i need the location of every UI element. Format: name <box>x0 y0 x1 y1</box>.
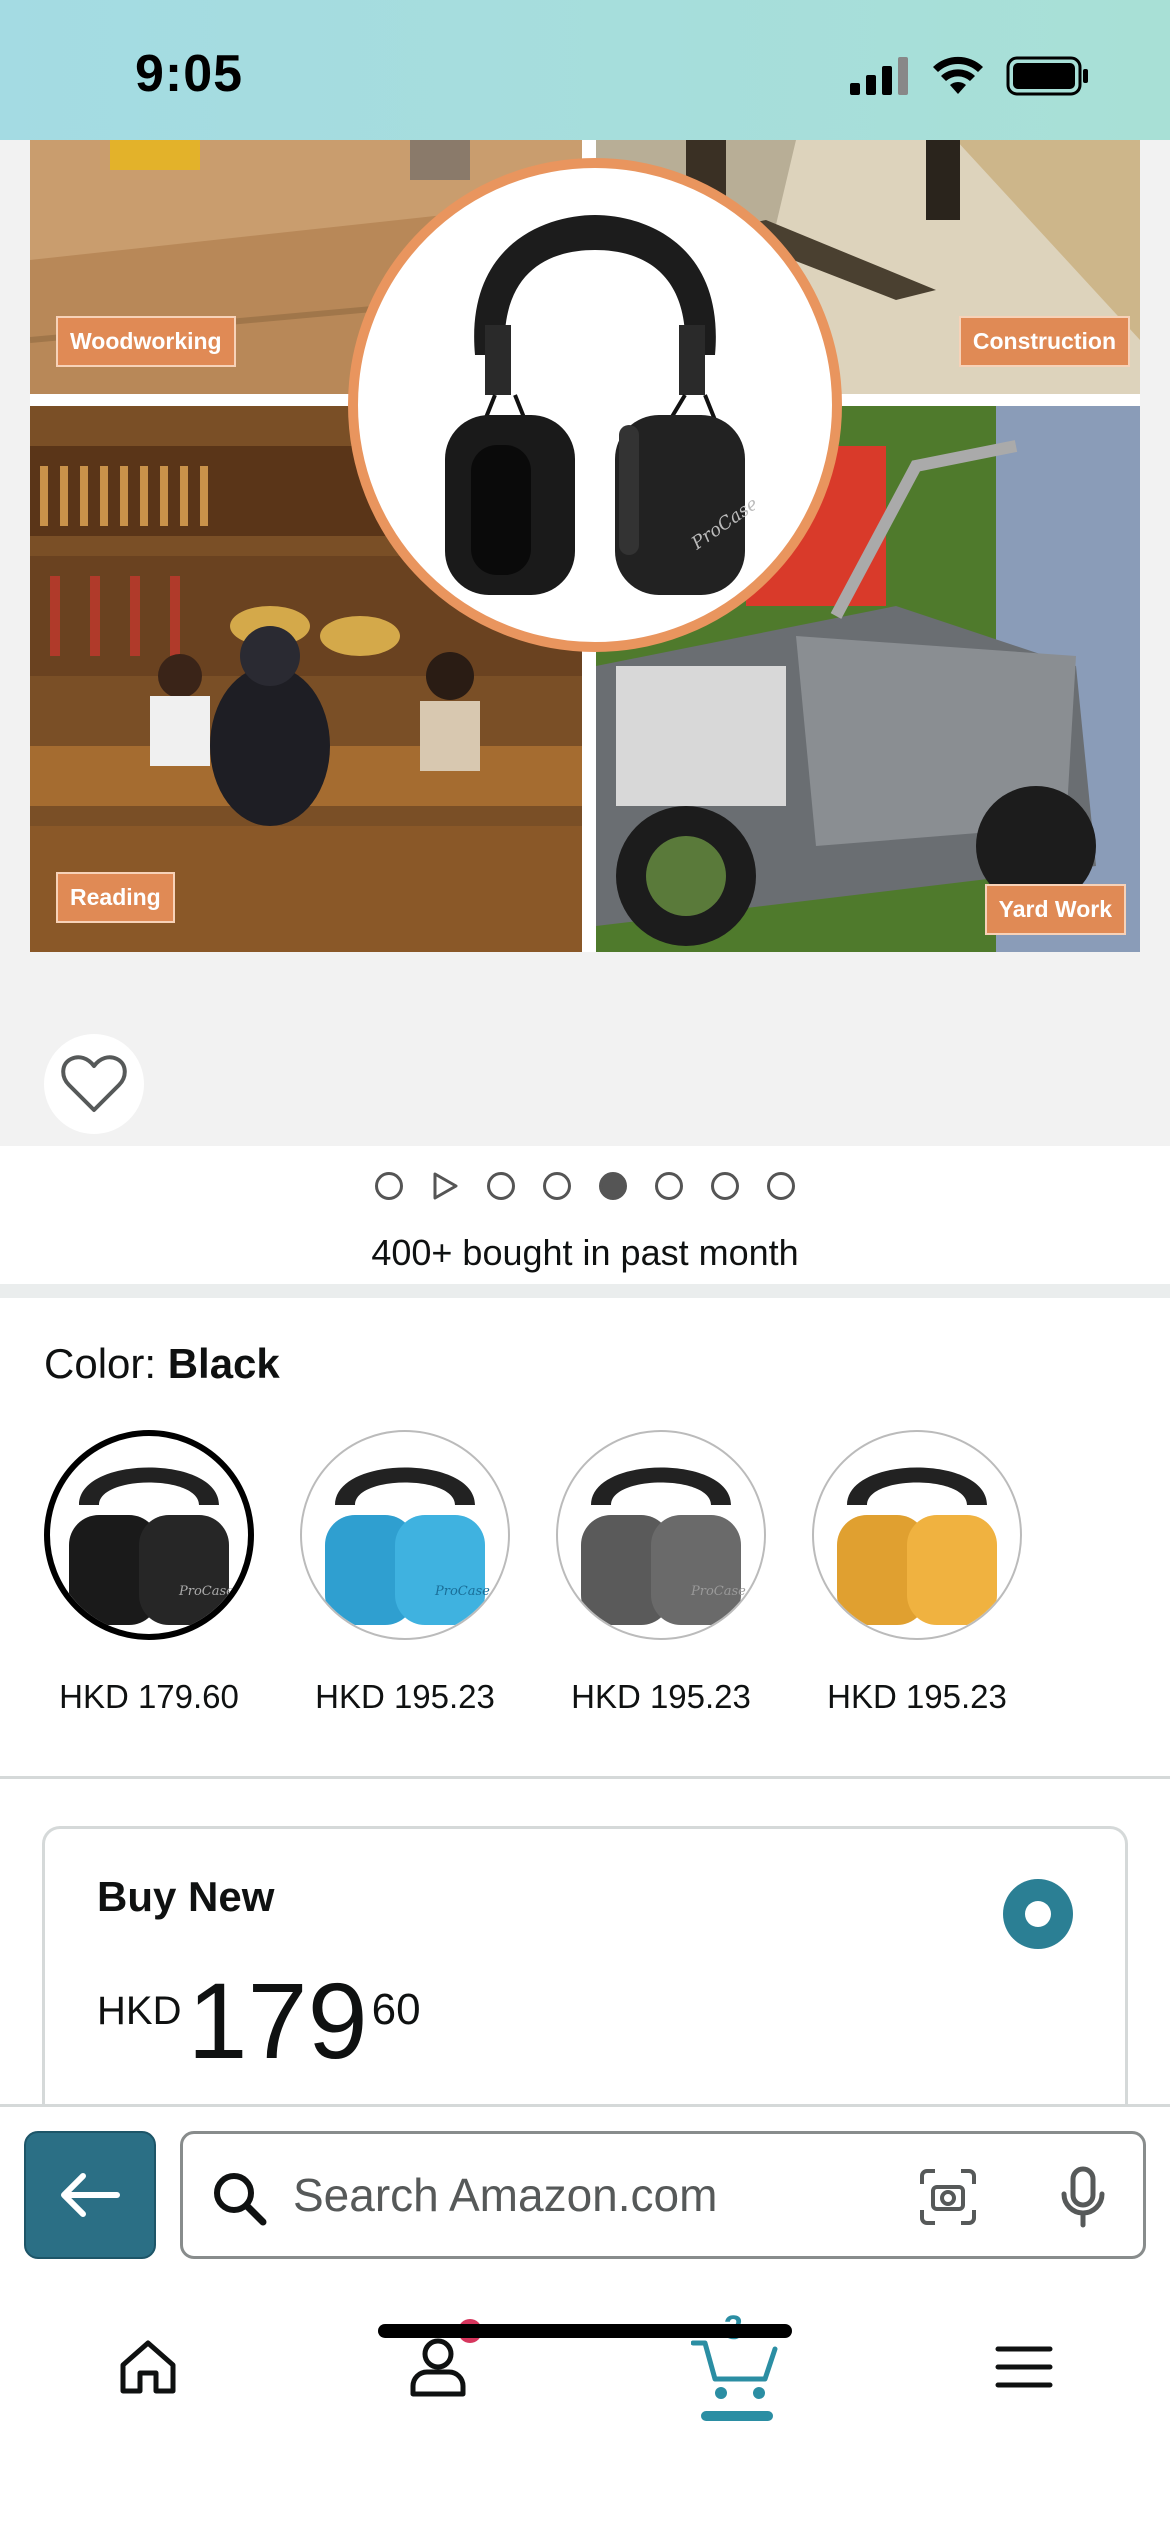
buy-new-option[interactable]: Buy New HKD 179 60 <box>42 1826 1128 2146</box>
battery-icon <box>1006 56 1088 96</box>
bought-past-month: 400+ bought in past month <box>371 1232 799 1273</box>
wishlist-button[interactable] <box>44 1034 144 1134</box>
swatch-logo: ProCase <box>178 1584 234 1599</box>
pagination-dot[interactable] <box>655 1172 683 1200</box>
video-play-icon[interactable] <box>431 1171 459 1201</box>
color-selected-name: Black <box>167 1340 280 1387</box>
swatch-image <box>812 1430 1022 1640</box>
microphone-icon[interactable] <box>1059 2166 1107 2228</box>
swatch-yellow[interactable]: HKD 195.23 <box>812 1430 1022 1716</box>
earmuff-blue-icon: ProCase <box>325 1467 490 1625</box>
wifi-icon <box>933 56 983 94</box>
section-divider <box>0 1284 1170 1298</box>
search-icon <box>214 2173 267 2226</box>
swatch-image: ProCase <box>44 1430 254 1640</box>
woodworking-label: Woodworking <box>56 316 236 367</box>
swatch-logo: ProCase <box>690 1584 746 1599</box>
camera-scan-icon[interactable] <box>919 2168 977 2226</box>
swatch-logo: ProCase <box>434 1584 490 1599</box>
yard-work-label: Yard Work <box>984 884 1126 935</box>
product-image[interactable]: Woodworking Construction Reading Yard Wo… <box>30 140 1140 952</box>
buy-new-title: Buy New <box>97 1873 275 1920</box>
pagination-dot[interactable] <box>711 1172 739 1200</box>
tab-menu[interactable] <box>964 2307 1084 2427</box>
pagination-dot[interactable] <box>543 1172 571 1200</box>
product-image-gallery[interactable]: Woodworking Construction Reading Yard Wo… <box>0 140 1170 1146</box>
earmuff-yellow-icon <box>837 1467 997 1625</box>
arrow-left-icon <box>61 2173 120 2217</box>
swatch-image: ProCase <box>300 1430 510 1640</box>
construction-label: Construction <box>958 316 1130 367</box>
cellular-signal-icon <box>850 57 908 95</box>
back-button[interactable] <box>24 2131 156 2259</box>
pagination-dot[interactable] <box>767 1172 795 1200</box>
section-divider <box>0 1776 1170 1779</box>
price-currency: HKD <box>97 1989 182 2033</box>
price-fraction: 60 <box>371 1985 421 2034</box>
heart-icon <box>61 1055 127 1112</box>
earmuff-product-photo: ProCase <box>348 158 842 652</box>
active-tab-indicator <box>701 2411 773 2421</box>
tab-home[interactable] <box>88 2307 208 2427</box>
swatch-price: HKD 179.60 <box>59 1678 239 1715</box>
price-whole: 179 <box>187 1960 368 2081</box>
swatch-grey[interactable]: ProCase HKD 195.23 <box>556 1430 766 1716</box>
color-label-prefix: Color: <box>44 1340 168 1387</box>
reading-label: Reading <box>56 872 175 923</box>
status-icons <box>850 56 1090 96</box>
earmuff-icon: ProCase <box>445 215 755 595</box>
search-bar[interactable] <box>180 2131 1146 2259</box>
pagination-dot-active[interactable] <box>599 1172 627 1200</box>
user-icon <box>410 2338 466 2397</box>
status-bar: 9:05 <box>0 0 1170 140</box>
menu-icon <box>995 2346 1053 2388</box>
pagination-dot[interactable] <box>375 1172 403 1200</box>
image-pagination <box>0 1146 1170 1226</box>
search-input[interactable] <box>293 2134 853 2256</box>
home-icon <box>120 2340 176 2394</box>
earmuff-grey-icon: ProCase <box>581 1467 746 1625</box>
color-label: Color: Black <box>44 1340 280 1388</box>
swatch-price: HKD 195.23 <box>827 1678 1007 1715</box>
swatch-price: HKD 195.23 <box>571 1678 751 1715</box>
price: HKD 179 60 <box>97 1967 421 2075</box>
home-indicator <box>378 2324 792 2338</box>
pagination-dot[interactable] <box>487 1172 515 1200</box>
bottom-bar: 3 <box>0 2104 1170 2532</box>
product-page: 9:05 Woodworking Construction Reading Ya… <box>0 0 1170 2532</box>
swatch-blue[interactable]: ProCase HKD 195.23 <box>300 1430 510 1716</box>
earmuff-black-icon: ProCase <box>69 1467 234 1625</box>
swatch-price: HKD 195.23 <box>315 1678 495 1715</box>
swatch-image: ProCase <box>556 1430 766 1640</box>
status-time: 9:05 <box>135 45 244 103</box>
buy-new-radio[interactable] <box>1003 1879 1073 1949</box>
swatch-black[interactable]: ProCase HKD 179.60 <box>44 1430 254 1716</box>
color-swatches: ProCase HKD 179.60 ProCase HKD 195.23 Pr… <box>44 1430 1022 1716</box>
